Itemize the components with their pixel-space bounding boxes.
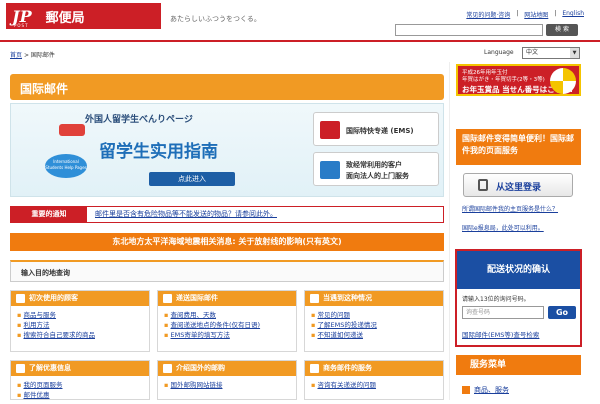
card-link[interactable]: 搜索符合自己要求的商品 [23, 331, 95, 339]
card-link[interactable]: 了解EMS的投递情况 [317, 321, 376, 329]
english-link[interactable]: English [562, 10, 584, 19]
info-icon [16, 364, 25, 373]
chevron-down-icon: ▼ [570, 48, 579, 58]
language-label: Language [484, 49, 514, 56]
ems-tracking-link[interactable]: 国际邮件(EMS等)查号检索 [462, 329, 539, 339]
new-year-lottery-banner[interactable]: 平成26年用年玉付 年賀はがき・年賀切手(2等・3等) お年玉賞品 当せん番号はこ… [456, 64, 581, 96]
search-input[interactable] [395, 24, 543, 36]
help-icon [310, 294, 319, 303]
student-banner[interactable]: 外国人留学生べんりページ International Students Help… [10, 103, 444, 197]
bus-icon [59, 124, 85, 136]
japan-post-logo[interactable]: JP POST 郵便局 [6, 3, 161, 29]
card-link[interactable]: 邮件优惠 [23, 391, 49, 399]
service-menu-header: 服务菜单 [456, 355, 581, 375]
card-first-time: 初次使用的顾客 商品与服务 利用方法 搜索符合自己要求的商品 [10, 290, 150, 352]
tracking-go-button[interactable]: Go [548, 306, 576, 319]
banner-title: 留学生实用指南 [99, 142, 218, 162]
mypage-about-link[interactable]: 所谓国际邮件我的主页服务是什么？ [462, 206, 558, 213]
business-pickup-box[interactable]: 致经常利用的客户 面向法人的上门服务 [313, 152, 439, 186]
card-link[interactable]: 国外邮购网站链接 [170, 381, 222, 389]
page-title-bar: 国际邮件 [10, 74, 444, 100]
banner-jp-title: 外国人留学生べんりページ [85, 115, 193, 125]
slogan: あたらしいふつうをつくる。 [170, 15, 261, 23]
banner-enter-button[interactable]: 点此进入 [149, 172, 235, 186]
mail-icon [163, 294, 172, 303]
tracking-panel: 配送状况的确认 请输入13位的询问号码。 询查号码 Go 国际邮件(EMS等)查… [455, 249, 582, 347]
header-divider [0, 40, 600, 42]
tracking-title: 配送状况的确认 [457, 251, 580, 289]
logo-post-text: POST [14, 23, 29, 28]
card-link[interactable]: 查阅递送地点的条件(仅有日语) [170, 321, 260, 329]
card-link[interactable]: 查阅费用、天数 [170, 311, 216, 319]
ems-icon [320, 121, 340, 139]
earthquake-notice-link[interactable]: 东北地方太平洋海域地震相关消息: 关于放射线的影响(只有英文) [10, 233, 444, 251]
card-link[interactable]: 利用方法 [23, 321, 49, 329]
faq-link[interactable]: 常见的问题·咨询 [466, 10, 510, 19]
lock-icon [478, 179, 488, 191]
breadcrumb: 首页 > 国际邮件 [10, 52, 55, 59]
page-title: 国际邮件 [20, 82, 69, 96]
service-item[interactable]: 商品、服务 [462, 385, 509, 395]
destination-search[interactable]: 输入目的地查询 [10, 260, 444, 282]
card-link[interactable]: 我的页面服务 [23, 381, 62, 389]
ems-box[interactable]: 国际特快专递 (EMS) [313, 112, 439, 146]
tracking-hint: 请输入13位的询问号码。 [462, 296, 530, 303]
e-office-link[interactable]: 国际e报息局，此处可以利用。 [462, 225, 544, 232]
notice-link[interactable]: 邮件里是否含有危险物品等不能发送的物品？请参阅此外。 [95, 207, 277, 222]
search-button[interactable]: 検 索 [546, 24, 578, 36]
column-divider [449, 62, 450, 400]
lottery-wheel-icon [550, 68, 576, 94]
destination-title: 输入目的地查询 [21, 269, 70, 277]
card-link[interactable]: 商品与服务 [23, 311, 56, 319]
top-links: 常见的问题·咨询 | 网站地图 | English [466, 10, 584, 19]
students-badge: International Students Help Pages [45, 154, 87, 178]
card-discounts: 了解优惠信息 我的页面服务 邮件优惠 [10, 360, 150, 400]
tracking-number-input[interactable]: 询查号码 [462, 306, 544, 319]
important-notice: 重要的通知 邮件里是否含有危险物品等不能发送的物品？请参阅此外。 [10, 206, 444, 223]
user-icon [16, 294, 25, 303]
card-business: 商务邮件的服务 咨询有关递送的问题 [304, 360, 444, 400]
breadcrumb-home[interactable]: 首页 [10, 52, 22, 59]
card-overseas-shopping: 介绍国外的邮购 国外邮购网站链接 [157, 360, 297, 400]
briefcase-icon [310, 364, 319, 373]
truck-icon [320, 161, 340, 179]
logo-name: 郵便局 [45, 10, 85, 26]
cart-icon [163, 364, 172, 373]
product-icon [462, 386, 470, 394]
mypage-promo: 国际邮件变得简单便利！国际邮件我的页面服务 [456, 129, 581, 165]
breadcrumb-current: 国际邮件 [30, 52, 55, 59]
card-link[interactable]: 常见的问题 [317, 311, 350, 319]
login-button[interactable]: 从这里登录 [463, 173, 573, 197]
card-send-mail: 递送国际邮件 查阅费用、天数 查阅递送地点的条件(仅有日语) EMS寄单的填写方… [157, 290, 297, 352]
sitemap-link[interactable]: 网站地图 [524, 10, 548, 19]
notice-label: 重要的通知 [11, 207, 87, 222]
card-link[interactable]: 不知道如何递送 [317, 331, 363, 339]
card-situations: 当遇到这种情况 常见的问题 了解EMS的投递情况 不知道如何递送 [304, 290, 444, 352]
card-link[interactable]: EMS寄单的填写方法 [170, 331, 229, 339]
card-link[interactable]: 咨询有关递送的问题 [317, 381, 376, 389]
language-select[interactable]: 中文 ▼ [522, 47, 580, 59]
